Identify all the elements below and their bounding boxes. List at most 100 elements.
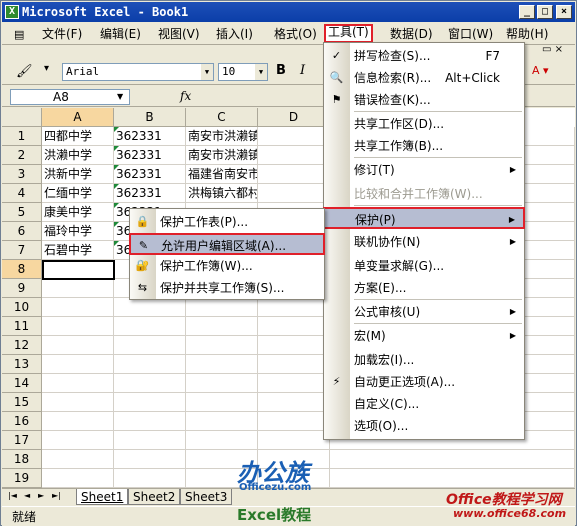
row-header[interactable]: 10 [2, 298, 42, 317]
row-header[interactable]: 11 [2, 317, 42, 336]
grid-cell[interactable] [42, 336, 114, 355]
font-size-combo[interactable]: 10 ▼ [218, 63, 268, 81]
row-header[interactable]: 8 [2, 260, 42, 279]
font-color-icon[interactable]: A ▾ [532, 64, 549, 77]
tools-menu-item[interactable]: ⚑ 错误检查(K)... [324, 89, 524, 111]
tools-menu-item[interactable]: 选项(O)... [324, 415, 524, 437]
protect-menu-item[interactable]: 🔒 保护工作表(P)... [130, 211, 324, 233]
grid-cell[interactable] [330, 450, 575, 469]
tools-menu-item[interactable]: ✓ 拼写检查(S)... F7 [324, 45, 524, 67]
grid-cell[interactable] [186, 298, 258, 317]
grid-cell[interactable]: 仁缅中学 [42, 184, 114, 203]
menu-help[interactable]: 帮助(H) [506, 26, 548, 43]
grid-cell[interactable] [258, 393, 330, 412]
grid-cell[interactable]: 福建省南安市洪濑镇新大 [186, 165, 258, 184]
grid-cell[interactable]: 康美中学 [42, 203, 114, 222]
grid-cell[interactable]: 洪梅镇六都村 [186, 184, 258, 203]
grid-cell[interactable]: 四都中学 [42, 127, 114, 146]
tools-menu-item[interactable]: ⚡ 自动更正选项(A)... [324, 371, 524, 393]
grid-cell[interactable]: 362331 [114, 184, 186, 203]
grid-cell[interactable] [258, 355, 330, 374]
tools-menu-item[interactable]: 加载宏(I)... [324, 349, 524, 371]
grid-cell[interactable] [42, 298, 114, 317]
grid-cell[interactable] [114, 393, 186, 412]
grid-cell[interactable] [114, 374, 186, 393]
grid-cell[interactable] [258, 298, 330, 317]
tools-menu-item[interactable]: 保护(P) ▶ [323, 207, 525, 229]
name-box[interactable]: A8 ▼ [10, 89, 130, 105]
grid-cell[interactable] [258, 336, 330, 355]
format-painter-icon[interactable]: 🖌 [16, 64, 33, 79]
row-header[interactable]: 1 [2, 127, 42, 146]
row-header[interactable]: 16 [2, 412, 42, 431]
tools-menu-item[interactable]: 🔍 信息检索(R)... Alt+Click [324, 67, 524, 89]
grid-cell[interactable] [186, 336, 258, 355]
tools-menu-item[interactable]: 共享工作簿(B)... [324, 135, 524, 157]
tools-menu-item[interactable]: 联机协作(N) ▶ [324, 231, 524, 253]
menu-view[interactable]: 视图(V) [158, 26, 200, 43]
grid-cell[interactable] [186, 355, 258, 374]
tab-nav-first-icon[interactable]: |◄ [8, 491, 17, 500]
row-header[interactable]: 3 [2, 165, 42, 184]
column-header[interactable]: D [258, 108, 330, 127]
row-header[interactable]: 18 [2, 450, 42, 469]
tab-nav-next-icon[interactable]: ► [38, 491, 44, 500]
grid-cell[interactable] [186, 431, 258, 450]
grid-cell[interactable] [258, 431, 330, 450]
grid-cell[interactable] [258, 146, 330, 165]
tools-menu-item[interactable]: 宏(M) ▶ [324, 325, 524, 347]
grid-cell[interactable] [42, 279, 114, 298]
insert-function-button[interactable]: fx [180, 89, 191, 103]
chevron-down-icon[interactable]: ▼ [117, 90, 123, 104]
grid-cell[interactable] [186, 393, 258, 412]
tools-menu-item[interactable]: 公式审核(U) ▶ [324, 301, 524, 323]
chevron-down-icon[interactable]: ▼ [255, 64, 267, 80]
protect-menu-item[interactable]: 🔐 保护工作簿(W)... [130, 255, 324, 277]
tab-nav-last-icon[interactable]: ►| [52, 491, 61, 500]
menu-window[interactable]: 窗口(W) [448, 26, 493, 43]
grid-cell[interactable] [114, 469, 186, 488]
row-header[interactable]: 9 [2, 279, 42, 298]
chevron-down-icon[interactable]: ▼ [201, 64, 213, 80]
maximize-button[interactable]: □ [537, 5, 553, 19]
row-header[interactable]: 2 [2, 146, 42, 165]
protect-menu-item[interactable]: ✎ 允许用户编辑区域(A)... [129, 233, 325, 255]
grid-cell[interactable] [258, 165, 330, 184]
grid-cell[interactable]: 洪濑中学 [42, 146, 114, 165]
italic-button[interactable]: I [300, 63, 305, 78]
close-button[interactable]: × [556, 5, 572, 19]
column-header[interactable]: A [42, 108, 114, 127]
tab-sheet2[interactable]: Sheet2 [128, 489, 181, 505]
toolbar-options-icon[interactable]: ▾ [44, 63, 49, 74]
select-all-corner[interactable] [2, 108, 42, 127]
tools-menu-item[interactable]: 自定义(C)... [324, 393, 524, 415]
tools-menu-item[interactable]: 共享工作区(D)... [324, 113, 524, 135]
grid-cell[interactable] [42, 374, 114, 393]
grid-cell[interactable] [42, 469, 114, 488]
grid-cell[interactable]: 362331 [114, 165, 186, 184]
grid-cell[interactable] [42, 317, 114, 336]
protect-menu-item[interactable]: ⇆ 保护并共享工作簿(S)... [130, 277, 324, 299]
minimize-button[interactable]: _ [519, 5, 535, 19]
menu-tools[interactable]: 工具(T) [324, 24, 373, 43]
grid-cell[interactable] [114, 298, 186, 317]
grid-cell[interactable] [186, 317, 258, 336]
row-header[interactable]: 14 [2, 374, 42, 393]
bold-button[interactable]: B [276, 63, 286, 78]
tools-menu-item[interactable]: 方案(E)... [324, 277, 524, 299]
grid-cell[interactable] [42, 412, 114, 431]
grid-cell[interactable] [42, 431, 114, 450]
tab-sheet1[interactable]: Sheet1 [76, 489, 129, 505]
grid-cell[interactable] [114, 355, 186, 374]
tools-menu-item[interactable]: 修订(T) ▶ [324, 159, 524, 181]
tools-menu-item[interactable]: 单变量求解(G)... [324, 255, 524, 277]
column-header[interactable]: B [114, 108, 186, 127]
grid-cell[interactable] [258, 412, 330, 431]
grid-cell[interactable]: 362331 [114, 146, 186, 165]
tab-sheet3[interactable]: Sheet3 [180, 489, 233, 505]
grid-cell[interactable]: 362331 [114, 127, 186, 146]
menu-file[interactable]: 文件(F) [42, 26, 82, 43]
grid-cell[interactable] [114, 336, 186, 355]
grid-cell[interactable]: 南安市洪濑镇都心村 [186, 127, 258, 146]
grid-cell[interactable]: 石碧中学 [42, 241, 114, 260]
